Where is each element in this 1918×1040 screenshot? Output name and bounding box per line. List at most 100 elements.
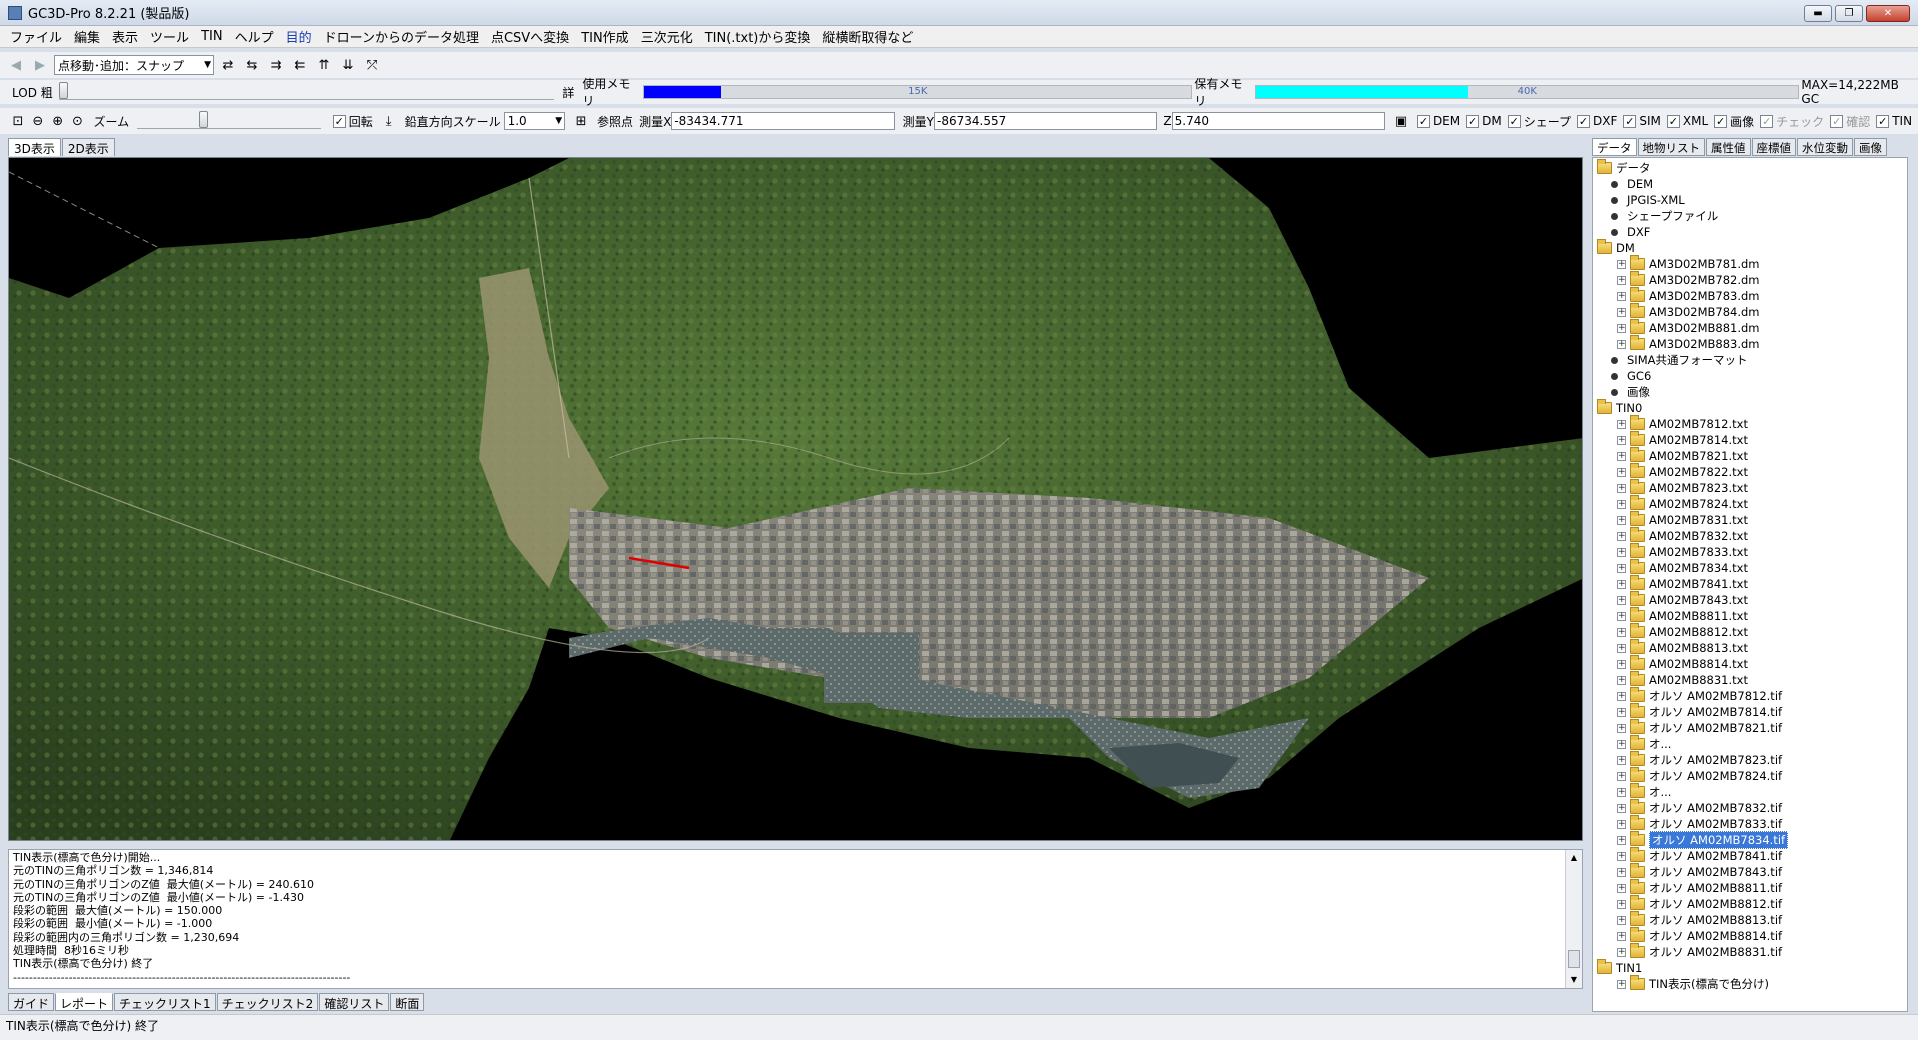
expand-icon[interactable]: + — [1617, 947, 1626, 957]
expand-icon[interactable]: + — [1617, 851, 1626, 861]
edit-mode-combo[interactable]: 点移動･追加：スナップ ▼ — [54, 55, 214, 75]
tree-node[interactable]: + AM3D02MB781.dm — [1617, 255, 1760, 272]
bottom-tab-3[interactable]: チェックリスト2 — [216, 993, 319, 1011]
fit-view-icon[interactable]: ⊡ — [8, 111, 28, 131]
tree-node[interactable]: + オルソ AM02MB7833.tif — [1617, 815, 1782, 832]
tree-node[interactable]: + TIN表示(標高で色分け) — [1617, 975, 1769, 992]
close-button[interactable]: ✕ — [1866, 5, 1910, 22]
tree-node[interactable]: + オルソ AM02MB7823.tif — [1617, 751, 1782, 768]
menu-item-12[interactable]: 縦横断取得など — [816, 27, 919, 46]
tree-node[interactable]: + オ... — [1617, 735, 1671, 752]
reference-point-icon[interactable]: ⊞ — [571, 111, 591, 131]
rotate-checkbox[interactable]: ✓ 回転 — [332, 113, 373, 130]
back-icon[interactable]: ◀ — [6, 55, 26, 75]
tree-node[interactable]: + AM02MB7841.txt — [1617, 575, 1748, 592]
zoom-reset-icon[interactable]: ⊙ — [68, 111, 88, 131]
expand-icon[interactable]: + — [1617, 771, 1626, 781]
survey-y-field[interactable]: -86734.557 — [934, 112, 1158, 130]
tree-node[interactable]: GC6 — [1607, 368, 1651, 384]
expand-icon[interactable]: + — [1617, 419, 1626, 429]
bottom-tab-2[interactable]: チェックリスト1 — [114, 993, 216, 1011]
expand-icon[interactable]: + — [1617, 803, 1626, 813]
tree-node[interactable]: + AM02MB7832.txt — [1617, 527, 1748, 544]
zoom-slider-thumb[interactable] — [199, 111, 209, 128]
right-tab-5[interactable]: 画像 — [1854, 138, 1887, 156]
menu-item-7[interactable]: ドローンからのデータ処理 — [318, 27, 485, 46]
expand-icon[interactable]: + — [1617, 451, 1626, 461]
expand-icon[interactable]: + — [1617, 931, 1626, 941]
download-icon[interactable]: ⤓ — [379, 111, 399, 131]
layer-checkbox-シェープ[interactable]: ✓ シェープ — [1507, 113, 1571, 130]
tree-node[interactable]: TIN1 — [1597, 959, 1642, 976]
menu-item-3[interactable]: ツール — [144, 27, 195, 46]
tree-node[interactable]: + AM3D02MB883.dm — [1617, 335, 1760, 352]
menu-item-0[interactable]: ファイル — [4, 27, 68, 46]
layer-checkbox-SIM[interactable]: ✓ SIM — [1623, 113, 1661, 130]
tree-node[interactable]: + AM02MB8811.txt — [1617, 607, 1748, 624]
tree-node[interactable]: + AM02MB7812.txt — [1617, 415, 1748, 432]
tree-node[interactable]: + オルソ AM02MB8814.tif — [1617, 927, 1782, 944]
bottom-tab-5[interactable]: 断面 — [390, 993, 425, 1011]
tree-node[interactable]: + オルソ AM02MB7812.tif — [1617, 687, 1782, 704]
expand-icon[interactable]: + — [1617, 723, 1626, 733]
expand-icon[interactable]: + — [1617, 883, 1626, 893]
expand-icon[interactable]: + — [1617, 675, 1626, 685]
layer-checkbox-DM[interactable]: ✓ DM — [1466, 113, 1502, 130]
expand-icon[interactable]: + — [1617, 659, 1626, 669]
bottom-tab-1[interactable]: レポート — [55, 993, 114, 1011]
point-tool-4-icon[interactable]: ⇇ — [290, 55, 310, 75]
menu-item-4[interactable]: TIN — [195, 29, 229, 44]
expand-icon[interactable]: + — [1617, 755, 1626, 765]
layer-checkbox-画像[interactable]: ✓ 画像 — [1714, 113, 1754, 130]
scroll-up-icon[interactable]: ▲ — [1566, 850, 1582, 866]
tree-node[interactable]: + オルソ AM02MB7841.tif — [1617, 847, 1782, 864]
bottom-tab-4[interactable]: 確認リスト — [319, 993, 390, 1011]
expand-icon[interactable]: + — [1617, 979, 1626, 989]
expand-icon[interactable]: + — [1617, 435, 1626, 445]
z-field[interactable]: 5.740 — [1171, 112, 1386, 130]
expand-icon[interactable]: + — [1617, 835, 1626, 845]
expand-icon[interactable]: + — [1617, 899, 1626, 909]
tab-2d-view[interactable]: 2D表示 — [61, 138, 115, 156]
tree-node[interactable]: + AM3D02MB782.dm — [1617, 271, 1760, 288]
tree-node[interactable]: DM — [1597, 239, 1635, 256]
tree-node[interactable]: JPGIS-XML — [1607, 192, 1685, 208]
expand-icon[interactable]: + — [1617, 787, 1626, 797]
expand-icon[interactable]: + — [1617, 611, 1626, 621]
right-tab-0[interactable]: データ — [1592, 138, 1637, 156]
menu-item-8[interactable]: 点CSVへ変換 — [485, 27, 575, 46]
right-tab-1[interactable]: 地物リスト — [1637, 138, 1705, 156]
menu-item-9[interactable]: TIN作成 — [575, 27, 635, 46]
tree-node[interactable]: + オルソ AM02MB7814.tif — [1617, 703, 1782, 720]
tree-node[interactable]: + オルソ AM02MB7824.tif — [1617, 767, 1782, 784]
tree-node[interactable]: + AM02MB8813.txt — [1617, 639, 1748, 656]
menu-item-2[interactable]: 表示 — [106, 27, 144, 46]
tree-node[interactable]: + AM02MB7822.txt — [1617, 463, 1748, 480]
expand-icon[interactable]: + — [1617, 323, 1626, 333]
expand-icon[interactable]: + — [1617, 643, 1626, 653]
tree-node[interactable]: + AM02MB7824.txt — [1617, 495, 1748, 512]
lod-slider[interactable] — [59, 82, 555, 100]
expand-icon[interactable]: + — [1617, 579, 1626, 589]
tree-node[interactable]: + オルソ AM02MB8813.tif — [1617, 911, 1782, 928]
point-tool-3-icon[interactable]: ⇉ — [266, 55, 286, 75]
expand-icon[interactable]: + — [1617, 867, 1626, 877]
tree-node[interactable]: + オルソ AM02MB7834.tif — [1617, 831, 1789, 849]
expand-icon[interactable]: + — [1617, 627, 1626, 637]
expand-icon[interactable]: + — [1617, 595, 1626, 605]
point-tool-6-icon[interactable]: ⇊ — [338, 55, 358, 75]
tree-node[interactable]: + AM02MB7833.txt — [1617, 543, 1748, 560]
scroll-down-icon[interactable]: ▼ — [1566, 972, 1582, 988]
expand-icon[interactable]: + — [1617, 275, 1626, 285]
tree-node[interactable]: + AM02MB8831.txt — [1617, 671, 1748, 688]
point-tool-5-icon[interactable]: ⇈ — [314, 55, 334, 75]
tree-node[interactable]: + オルソ AM02MB8812.tif — [1617, 895, 1782, 912]
expand-icon[interactable]: + — [1617, 483, 1626, 493]
tree-node[interactable]: + オルソ AM02MB7843.tif — [1617, 863, 1782, 880]
expand-icon[interactable]: + — [1617, 915, 1626, 925]
expand-icon[interactable]: + — [1617, 547, 1626, 557]
expand-icon[interactable]: + — [1617, 691, 1626, 701]
expand-icon[interactable]: + — [1617, 515, 1626, 525]
expand-icon[interactable]: + — [1617, 259, 1626, 269]
maximize-button[interactable]: ❐ — [1835, 5, 1863, 22]
